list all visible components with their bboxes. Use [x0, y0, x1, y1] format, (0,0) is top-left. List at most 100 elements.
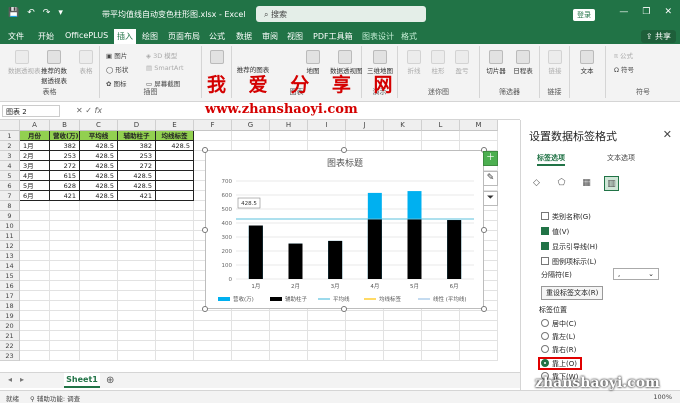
cell[interactable] [156, 311, 194, 321]
row-header[interactable]: 8 [0, 201, 20, 211]
cell[interactable] [20, 241, 50, 251]
tab-file[interactable]: 文件 [8, 31, 24, 42]
pivot-table-button[interactable]: 数据透视表 [8, 50, 41, 75]
name-box[interactable]: 图表 2 [2, 105, 60, 117]
row-header[interactable]: 10 [0, 221, 20, 231]
column-header[interactable]: J [346, 120, 384, 131]
cell[interactable] [460, 341, 498, 351]
checkbox[interactable] [541, 227, 549, 235]
cell[interactable] [20, 341, 50, 351]
cell[interactable] [118, 311, 156, 321]
cell[interactable] [460, 321, 498, 331]
cell[interactable] [80, 281, 118, 291]
row-header[interactable]: 1 [0, 131, 20, 141]
cell[interactable] [80, 311, 118, 321]
cell[interactable] [80, 341, 118, 351]
cell[interactable] [156, 231, 194, 241]
resize-handle-l[interactable] [202, 227, 208, 233]
cell[interactable] [20, 231, 50, 241]
zoom-level[interactable]: 100% [653, 393, 672, 401]
cell[interactable]: 382 [50, 141, 80, 151]
cell[interactable] [156, 291, 194, 301]
cell[interactable] [20, 281, 50, 291]
cell[interactable]: 428.5 [80, 151, 118, 161]
cell[interactable] [80, 291, 118, 301]
cell[interactable]: 428.5 [80, 141, 118, 151]
chart[interactable]: 图表标题 0 100 200 300 400 500 600 700 1月 2月 3月 4月 5月 6月 42… [205, 150, 484, 309]
row-header[interactable]: 13 [0, 251, 20, 261]
column-header[interactable]: L [422, 120, 460, 131]
label-options-icon[interactable]: ▥ [604, 176, 619, 191]
link-button[interactable]: 链接 [545, 50, 565, 75]
column-header[interactable]: I [308, 120, 346, 131]
cell[interactable] [460, 311, 498, 321]
cell[interactable] [156, 221, 194, 231]
legend-swatch[interactable] [270, 297, 282, 301]
cell[interactable]: 428.5 [80, 171, 118, 181]
cell[interactable] [20, 351, 50, 361]
sheet-tab-sheet1[interactable]: Sheet1 [64, 373, 100, 388]
pictures-button[interactable]: ▣ 图片 [106, 50, 127, 60]
cell[interactable]: 428.5 [80, 181, 118, 191]
cell[interactable] [20, 261, 50, 271]
cell[interactable] [422, 311, 460, 321]
cell[interactable]: 421 [118, 191, 156, 201]
minimize-icon[interactable]: — [619, 7, 628, 17]
cell[interactable] [50, 321, 80, 331]
resize-handle-r[interactable] [481, 227, 487, 233]
cell[interactable]: 253 [118, 151, 156, 161]
x-tick-label[interactable]: 5月 [410, 283, 419, 290]
cell[interactable]: 628 [50, 181, 80, 191]
cell[interactable] [194, 321, 232, 331]
resize-handle-t[interactable] [341, 147, 347, 153]
cell[interactable] [50, 291, 80, 301]
bar-helper[interactable] [328, 240, 343, 279]
close-icon[interactable]: ✕ [664, 7, 672, 17]
cell[interactable]: 2月 [20, 151, 50, 161]
option-category-name[interactable]: 类别名称(G) [541, 212, 591, 222]
y-tick-label[interactable]: 400 [222, 221, 233, 227]
x-tick-label[interactable]: 6月 [450, 283, 459, 290]
checkbox[interactable] [541, 242, 549, 250]
row-header[interactable]: 15 [0, 271, 20, 281]
restore-icon[interactable]: ❐ [642, 7, 650, 17]
checkbox[interactable] [541, 212, 549, 220]
cell[interactable] [156, 251, 194, 261]
cell[interactable] [422, 321, 460, 331]
cell[interactable]: 428.5 [118, 171, 156, 181]
cell[interactable] [118, 251, 156, 261]
cell[interactable] [50, 341, 80, 351]
cell[interactable] [80, 241, 118, 251]
cell[interactable] [346, 341, 384, 351]
option-value[interactable]: 值(V) [541, 227, 569, 237]
cell[interactable] [118, 291, 156, 301]
legend-entry[interactable]: 辅助柱子 [285, 295, 308, 303]
cell[interactable] [346, 131, 384, 141]
cell[interactable] [50, 281, 80, 291]
resize-handle-bl[interactable] [202, 306, 208, 312]
reset-label-text-button[interactable]: 重设标签文本(R) [541, 286, 604, 300]
column-header[interactable]: M [460, 120, 498, 131]
cell[interactable]: 平均线 [80, 131, 118, 141]
cell[interactable] [194, 131, 232, 141]
cell[interactable] [50, 301, 80, 311]
cell[interactable] [308, 331, 346, 341]
cell[interactable] [80, 221, 118, 231]
row-header[interactable]: 23 [0, 351, 20, 361]
cell[interactable] [50, 271, 80, 281]
nav-prev-icon[interactable]: ◂ [8, 375, 12, 384]
cell[interactable] [270, 131, 308, 141]
cell[interactable] [156, 241, 194, 251]
x-tick-label[interactable]: 1月 [251, 283, 260, 290]
y-tick-label[interactable]: 200 [222, 249, 233, 255]
cell[interactable] [80, 321, 118, 331]
column-header[interactable]: H [270, 120, 308, 131]
customize-icon[interactable]: ▾ [58, 8, 63, 18]
symbol-button[interactable]: Ω 符号 [614, 64, 634, 74]
column-header[interactable]: C [80, 120, 118, 131]
cell[interactable] [346, 331, 384, 341]
row-header[interactable]: 9 [0, 211, 20, 221]
cell[interactable] [422, 341, 460, 351]
recommended-pivot-button[interactable]: 推荐的数据透视表 [38, 50, 70, 85]
cell[interactable] [118, 301, 156, 311]
